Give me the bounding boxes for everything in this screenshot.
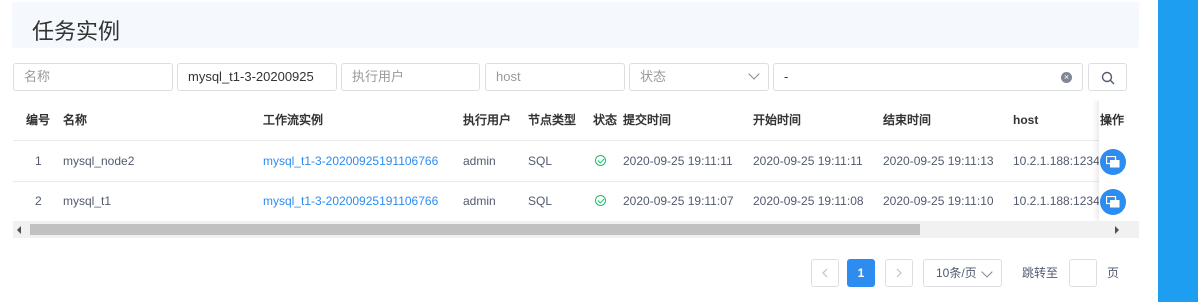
success-check-icon (595, 155, 606, 166)
table-row: 2 mysql_t1 mysql_t1-3-20200925191106766 … (13, 181, 1139, 222)
success-check-icon (595, 195, 606, 206)
log-icon (1106, 196, 1120, 208)
side-panel-strip (1158, 0, 1198, 302)
scroll-left-icon[interactable] (17, 226, 21, 234)
row-start-time: 2020-09-25 19:11:08 (753, 194, 864, 208)
row-submit-time: 2020-09-25 19:11:07 (623, 194, 734, 208)
search-icon (1101, 71, 1115, 85)
col-header-submit-time: 提交时间 (623, 113, 672, 127)
row-name: mysql_t1 (63, 194, 112, 208)
col-header-executor: 执行用户 (463, 113, 512, 127)
prev-page-button[interactable] (811, 259, 839, 287)
name-search-input[interactable]: 名称 (13, 63, 173, 91)
row-executor: admin (463, 194, 496, 208)
row-index: 2 (35, 194, 42, 208)
page-size-select[interactable]: 10条/页 (923, 259, 1002, 287)
search-button[interactable] (1088, 63, 1127, 91)
status-select-label: 状态 (640, 69, 667, 84)
page-1-button[interactable]: 1 (847, 259, 875, 287)
host-input[interactable]: host (485, 63, 625, 91)
chevron-right-icon (896, 268, 902, 278)
col-header-end-time: 结束时间 (883, 113, 932, 127)
next-page-button[interactable] (885, 259, 913, 287)
status-select[interactable]: 状态 (629, 63, 769, 91)
row-node-type: SQL (528, 154, 553, 168)
executor-input[interactable]: 执行用户 (341, 63, 480, 91)
chevron-down-icon (748, 68, 760, 80)
view-log-button[interactable] (1100, 189, 1126, 215)
page-title: 任务实例 (32, 19, 121, 44)
scrollbar-thumb[interactable] (30, 224, 920, 235)
col-header-status: 状态 (593, 113, 618, 127)
task-instance-table: 编号 名称 工作流实例 执行用户 节点类型 状态 提交时间 开始时间 结束时间 … (13, 100, 1139, 240)
chevron-left-icon (822, 268, 828, 278)
date-range-picker[interactable]: - × (773, 63, 1083, 91)
row-executor: admin (463, 154, 496, 168)
row-host: 10.2.1.188:1234 (1013, 194, 1100, 208)
horizontal-scrollbar[interactable] (13, 221, 1139, 238)
col-header-index: 编号 (26, 113, 51, 127)
col-header-node-type: 节点类型 (528, 113, 577, 127)
row-end-time: 2020-09-25 19:11:13 (883, 154, 994, 168)
row-host: 10.2.1.188:1234 (1013, 154, 1100, 168)
row-end-time: 2020-09-25 19:11:10 (883, 194, 994, 208)
page-suffix-label: 页 (1107, 266, 1120, 280)
workflow-instance-input[interactable]: mysql_t1-3-20200925 (177, 63, 337, 91)
col-header-workflow-instance: 工作流实例 (263, 113, 324, 127)
workflow-instance-link[interactable]: mysql_t1-3-20200925191106766 (263, 181, 438, 221)
row-submit-time: 2020-09-25 19:11:11 (623, 154, 733, 168)
row-name: mysql_node2 (63, 154, 135, 168)
jump-page-input[interactable] (1069, 259, 1097, 287)
page-header: 任务实例 (12, 2, 1139, 48)
workflow-instance-link[interactable]: mysql_t1-3-20200925191106766 (263, 141, 438, 181)
view-log-button[interactable] (1100, 149, 1126, 175)
page-size-label: 10条/页 (936, 266, 977, 280)
row-start-time: 2020-09-25 19:11:11 (753, 154, 863, 168)
col-header-actions: 操作 (1100, 113, 1125, 127)
log-icon (1106, 156, 1120, 168)
clear-icon[interactable]: × (1061, 72, 1072, 83)
row-node-type: SQL (528, 194, 553, 208)
table-header-row: 编号 名称 工作流实例 执行用户 节点类型 状态 提交时间 开始时间 结束时间 … (13, 100, 1139, 141)
col-header-host: host (1013, 113, 1039, 127)
scroll-right-icon[interactable] (1115, 226, 1119, 234)
date-range-value: - (784, 69, 789, 84)
jump-to-label: 跳转至 (1022, 266, 1059, 280)
col-header-name: 名称 (63, 113, 88, 127)
col-header-start-time: 开始时间 (753, 113, 802, 127)
action-column: 操作 (1099, 100, 1139, 221)
table-row: 1 mysql_node2 mysql_t1-3-202009251911067… (13, 141, 1139, 182)
row-index: 1 (35, 154, 42, 168)
chevron-down-icon (981, 266, 993, 278)
